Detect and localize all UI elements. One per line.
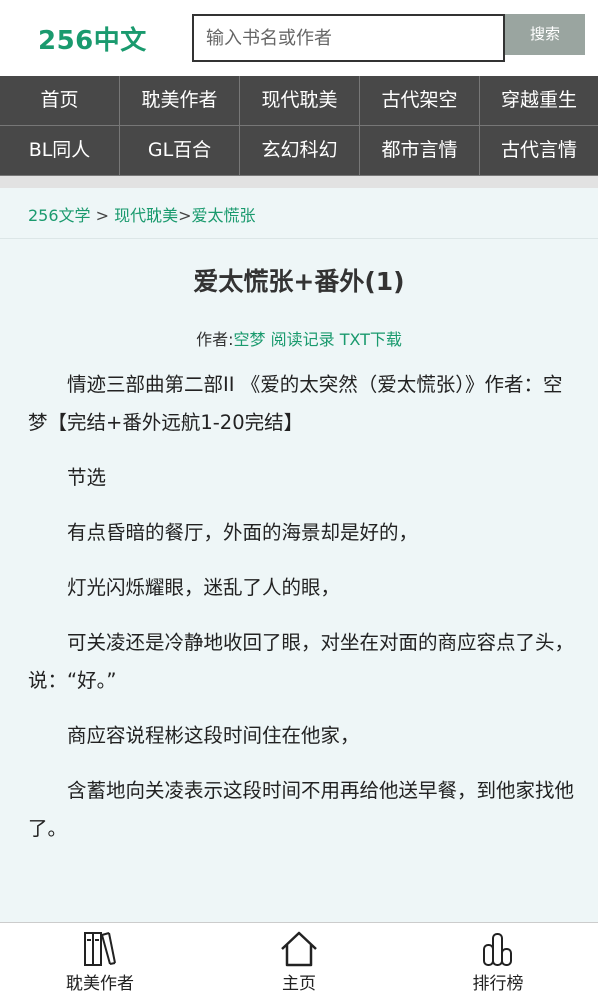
- breadcrumb-separator: >: [90, 206, 115, 225]
- nav-item-urban-romance[interactable]: 都市言情: [360, 126, 480, 176]
- nav-item-bl-fanfic[interactable]: BL同人: [0, 126, 120, 176]
- nav-item-home[interactable]: 首页: [0, 76, 120, 126]
- search-input[interactable]: [192, 14, 505, 62]
- home-icon: [281, 931, 317, 967]
- site-logo[interactable]: 256中文: [38, 20, 147, 57]
- books-icon: [84, 932, 116, 966]
- nav-item-ancient[interactable]: 古代架空: [360, 76, 480, 126]
- paragraph: 情迹三部曲第二部II 《爱的太突然（爱太慌张）》作者：空梦【完结+番外远航1-2…: [28, 373, 563, 434]
- article-content: 情迹三部曲第二部II 《爱的太突然（爱太慌张）》作者：空梦【完结+番外远航1-2…: [28, 366, 574, 865]
- bottom-tab-ranking[interactable]: 排行榜: [438, 931, 558, 994]
- reading-record-link[interactable]: 阅读记录: [271, 330, 335, 349]
- category-nav: 首页 耽美作者 现代耽美 古代架空 穿越重生 BL同人 GL百合 玄幻科幻 都市…: [0, 76, 598, 176]
- nav-item-time-travel[interactable]: 穿越重生: [480, 76, 598, 126]
- bottom-tab-home[interactable]: 主页: [239, 931, 359, 994]
- breadcrumb-home[interactable]: 256文学: [28, 206, 91, 225]
- paragraph: 有点昏暗的餐厅，外面的海景却是好的，: [67, 521, 419, 544]
- bottom-tab-authors-label: 耽美作者: [66, 974, 134, 994]
- breadcrumb-category[interactable]: 现代耽美: [114, 206, 178, 225]
- section-gap: [0, 176, 598, 188]
- paragraph: 灯光闪烁耀眼，迷乱了人的眼，: [67, 576, 341, 599]
- breadcrumb-current[interactable]: 爱太慌张: [192, 206, 256, 225]
- article-title: 爱太慌张+番外(1): [193, 267, 405, 296]
- header: 256中文 搜索: [0, 0, 598, 76]
- breadcrumb: 256文学 > 现代耽美>爱太慌张: [28, 202, 256, 226]
- bottom-tab-ranking-label: 排行榜: [472, 974, 524, 994]
- nav-item-authors[interactable]: 耽美作者: [120, 76, 240, 126]
- nav-item-modern-bl[interactable]: 现代耽美: [240, 76, 360, 126]
- nav-item-ancient-romance[interactable]: 古代言情: [480, 126, 598, 176]
- author-link[interactable]: 空梦: [233, 330, 265, 349]
- paragraph: 含蓄地向关凌表示这段时间不用再给他送早餐，到他家找他了。: [28, 779, 575, 840]
- article-meta: 作者:空梦 阅读记录 TXT下载: [0, 326, 598, 350]
- paragraph: 节选: [67, 466, 107, 489]
- bottom-tab-authors[interactable]: 耽美作者: [40, 931, 160, 994]
- ranking-icon: [483, 933, 512, 966]
- nav-item-gl[interactable]: GL百合: [120, 126, 240, 176]
- nav-item-fantasy-scifi[interactable]: 玄幻科幻: [240, 126, 360, 176]
- divider: [0, 238, 598, 239]
- bottom-tab-home-label: 主页: [282, 974, 316, 994]
- paragraph: 商应容说程彬这段时间住在他家，: [67, 724, 360, 747]
- bottom-nav: 耽美作者 主页 排行榜: [0, 922, 598, 998]
- author-label: 作者:: [196, 330, 234, 349]
- txt-download-link[interactable]: TXT下载: [340, 330, 402, 349]
- paragraph: 可关凌还是冷静地收回了眼，对坐在对面的商应容点了头，说：“好。”: [28, 631, 575, 692]
- search-button[interactable]: 搜索: [505, 14, 585, 55]
- breadcrumb-separator: >: [178, 206, 192, 225]
